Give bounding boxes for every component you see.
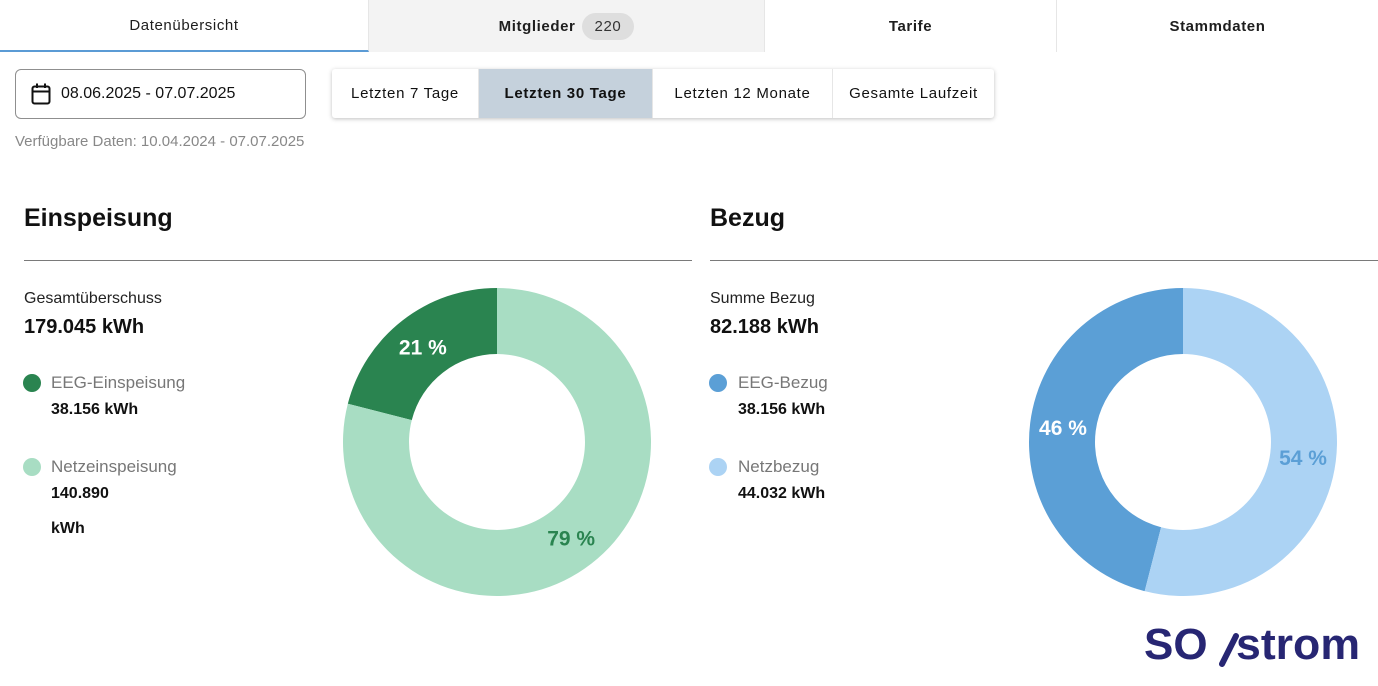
- legend-label-netzbezug: Netzbezug: [738, 457, 820, 476]
- logo-text-right: strom: [1236, 620, 1360, 669]
- einspeisung-divider: [24, 260, 692, 261]
- tab-tariffs[interactable]: Tarife: [765, 0, 1057, 52]
- main-tabs: Datenübersicht Mitglieder 220 Tarife Sta…: [0, 0, 1378, 52]
- legend-unit-netzeinspeisung: kWh: [51, 520, 85, 537]
- tab-members-label: Mitglieder: [498, 17, 576, 35]
- period-selector: Letzten 7 Tage Letzten 30 Tage Letzten 1…: [332, 69, 994, 118]
- period-all-time-button[interactable]: Gesamte Laufzeit: [833, 69, 994, 118]
- bezug-total-label: Summe Bezug: [710, 290, 815, 307]
- legend-dot-netzeinspeisung: [23, 458, 41, 476]
- einspeisung-total-value: 179.045 kWh: [24, 316, 145, 338]
- legend-value-netzeinspeisung: 140.890: [51, 485, 109, 502]
- legend-dot-eeg-einspeisung: [23, 374, 41, 392]
- period-last-30-days-button[interactable]: Letzten 30 Tage: [479, 69, 653, 118]
- legend-value-eeg-bezug: 38.156 kWh: [738, 401, 826, 418]
- einspeisung-donut-chart: 21 % 79 %: [343, 288, 651, 596]
- members-count-badge: 220: [581, 12, 635, 40]
- bezug-slice-1-label: 46 %: [1039, 417, 1087, 440]
- tab-tariffs-label: Tarife: [888, 17, 933, 35]
- legend-value-netzbezug: 44.032 kWh: [738, 485, 826, 502]
- einspeisung-total-label: Gesamtüberschuss: [24, 290, 162, 307]
- period-last-7-days-button[interactable]: Letzten 7 Tage: [332, 69, 479, 118]
- legend-dot-netzbezug: [709, 458, 727, 476]
- tab-master-data[interactable]: Stammdaten: [1057, 0, 1378, 52]
- einspeisung-title: Einspeisung: [24, 204, 173, 232]
- legend-dot-eeg-bezug: [709, 374, 727, 392]
- bezug-title: Bezug: [710, 204, 785, 232]
- tab-overview[interactable]: Datenübersicht: [0, 0, 369, 52]
- bezug-divider: [710, 260, 1378, 261]
- einspeisung-slice-2-label: 79 %: [547, 528, 595, 551]
- tab-members[interactable]: Mitglieder 220: [369, 0, 765, 52]
- legend-label-netzeinspeisung: Netzeinspeisung: [51, 457, 177, 476]
- calendar-icon: [31, 83, 51, 105]
- bezug-slice-2-label: 54 %: [1279, 447, 1327, 470]
- date-range-picker[interactable]: 08.06.2025 - 07.07.2025: [15, 69, 306, 119]
- period-last-12-months-button[interactable]: Letzten 12 Monate: [653, 69, 833, 118]
- bezug-donut-chart: 46 % 54 %: [1028, 288, 1337, 596]
- sostrom-logo: SO strom: [1144, 620, 1360, 669]
- tab-master-data-label: Stammdaten: [1169, 17, 1266, 35]
- legend-value-eeg-einspeisung: 38.156 kWh: [51, 401, 139, 418]
- date-range-value: 08.06.2025 - 07.07.2025: [61, 85, 236, 102]
- tab-overview-label: Datenübersicht: [129, 16, 239, 34]
- legend-label-eeg-einspeisung: EEG-Einspeisung: [51, 373, 186, 392]
- logo-text-left: SO: [1144, 620, 1208, 669]
- legend-label-eeg-bezug: EEG-Bezug: [738, 373, 828, 392]
- bezug-total-value: 82.188 kWh: [710, 316, 819, 338]
- available-data-note: Verfügbare Daten: 10.04.2024 - 07.07.202…: [15, 133, 305, 150]
- einspeisung-slice-1-label: 21 %: [399, 336, 447, 359]
